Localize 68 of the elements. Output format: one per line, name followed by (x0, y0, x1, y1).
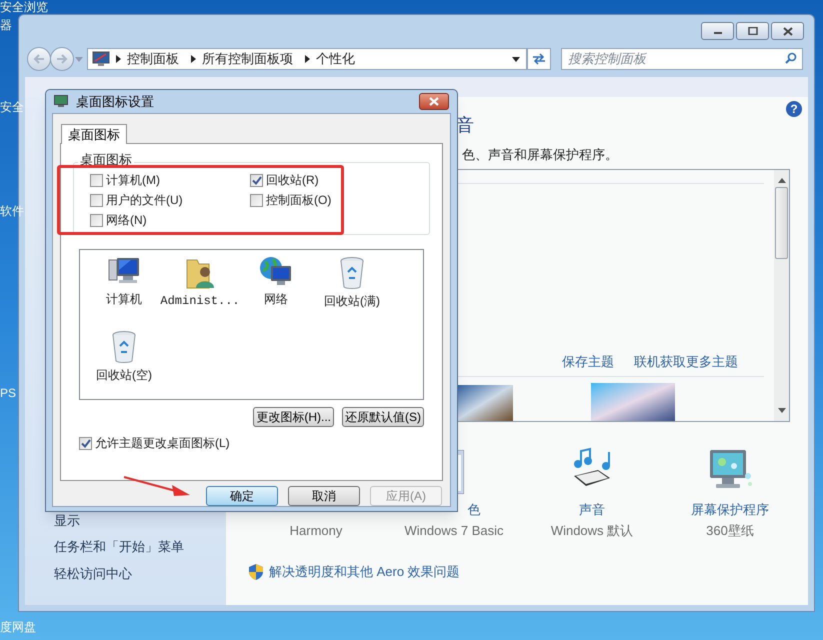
sidebar-link[interactable]: 轻松访问中心 (54, 564, 226, 583)
chevron-icon[interactable] (191, 55, 196, 63)
theme-thumbnail[interactable] (455, 384, 513, 420)
setting-link[interactable]: 屏幕保护程序 (691, 500, 769, 516)
theme-link[interactable]: 联机获取更多主题 (634, 352, 738, 372)
checkbox[interactable]: 网络(N) (90, 213, 147, 227)
checkbox[interactable]: 计算机(M) (90, 173, 160, 187)
dialog-button[interactable]: 更改图标(H)... (253, 407, 334, 427)
search-field[interactable]: 搜索控制面板 (561, 48, 803, 70)
checkbox[interactable]: 控制面板(O) (250, 193, 332, 207)
scrollbar-thumb[interactable] (775, 186, 788, 258)
icon-label[interactable]: 回收站(满) (324, 292, 380, 310)
icon-label[interactable]: 计算机 (106, 290, 142, 308)
search-icon[interactable] (785, 52, 797, 64)
page-heading: 音 (456, 114, 475, 136)
icon-label[interactable]: Administ... (160, 292, 240, 310)
address-bar[interactable]: 控制面板 所有控制面板项 个性化 (87, 48, 527, 70)
monitor-icon (54, 95, 68, 108)
shield-icon (249, 564, 263, 580)
theme-thumbnail[interactable] (591, 382, 675, 420)
monitor-icon (92, 51, 110, 67)
checkbox[interactable]: 回收站(R) (250, 173, 319, 187)
theme-link[interactable]: 保存主题 (562, 352, 614, 372)
dialog-button[interactable]: 确定 (206, 486, 278, 506)
close-icon[interactable] (782, 26, 792, 36)
breadcrumb-item[interactable]: 所有控制面板项 (202, 49, 293, 69)
dialog-title: 桌面图标设置 (76, 92, 155, 111)
refresh-icon[interactable] (532, 53, 546, 65)
setting-link[interactable]: 色 (468, 500, 480, 516)
dialog-button[interactable]: 取消 (288, 486, 360, 506)
setting-value: Windows 7 Basic (404, 522, 504, 540)
maximize-icon[interactable] (748, 27, 758, 35)
checkbox[interactable]: 允许主题更改桌面图标(L) (79, 436, 230, 450)
dropdown-caret-icon[interactable] (512, 56, 520, 62)
setting-value: 360壁纸 (706, 522, 754, 540)
refresh-button[interactable] (527, 48, 551, 70)
maximize-button[interactable] (736, 22, 769, 40)
chevron-icon[interactable] (116, 55, 121, 63)
recycle-bin-icon[interactable] (339, 256, 365, 290)
minimize-button[interactable] (701, 22, 734, 40)
scroll-up-arrow-icon[interactable] (778, 178, 786, 182)
setting-link[interactable]: 声音 (579, 500, 605, 516)
checkmark-icon[interactable] (252, 176, 262, 184)
breadcrumb-item[interactable]: 个性化 (316, 49, 355, 69)
close-button[interactable] (771, 22, 804, 40)
desktop-icon-label[interactable]: 器 (0, 18, 12, 32)
icon-label[interactable]: 回收站(空) (96, 366, 152, 384)
aero-troubleshoot-link[interactable]: 解决透明度和其他 Aero 效果问题 (269, 562, 460, 582)
breadcrumb-item[interactable]: 控制面板 (127, 49, 179, 69)
arrow-annotation (122, 474, 192, 498)
page-description: 色、声音和屏幕保护程序。 (462, 146, 619, 164)
checkbox[interactable]: 用户的文件(U) (90, 193, 183, 207)
recycle-bin-icon[interactable] (111, 330, 137, 364)
help-button[interactable]: ? (786, 101, 802, 117)
network-icon[interactable] (259, 256, 293, 288)
scrollbar[interactable] (774, 170, 789, 420)
close-button[interactable] (419, 93, 449, 110)
chevron-icon[interactable] (305, 55, 310, 63)
desktop-icon-label[interactable]: 安全浏览 (0, 0, 48, 14)
icon-label[interactable]: 网络 (264, 290, 288, 308)
setting-value: Windows 默认 (550, 522, 634, 540)
scroll-down-arrow-icon[interactable] (778, 408, 786, 412)
setting-value: Harmony (290, 522, 342, 540)
dialog-button[interactable]: 还原默认值(S) (342, 407, 424, 427)
checkmark-icon[interactable] (80, 438, 90, 448)
sidebar-link[interactable]: 显示 (54, 510, 226, 530)
tab[interactable]: 桌面图标 (61, 124, 127, 144)
sidebar-link[interactable]: 任务栏和「开始」菜单 (54, 537, 226, 556)
